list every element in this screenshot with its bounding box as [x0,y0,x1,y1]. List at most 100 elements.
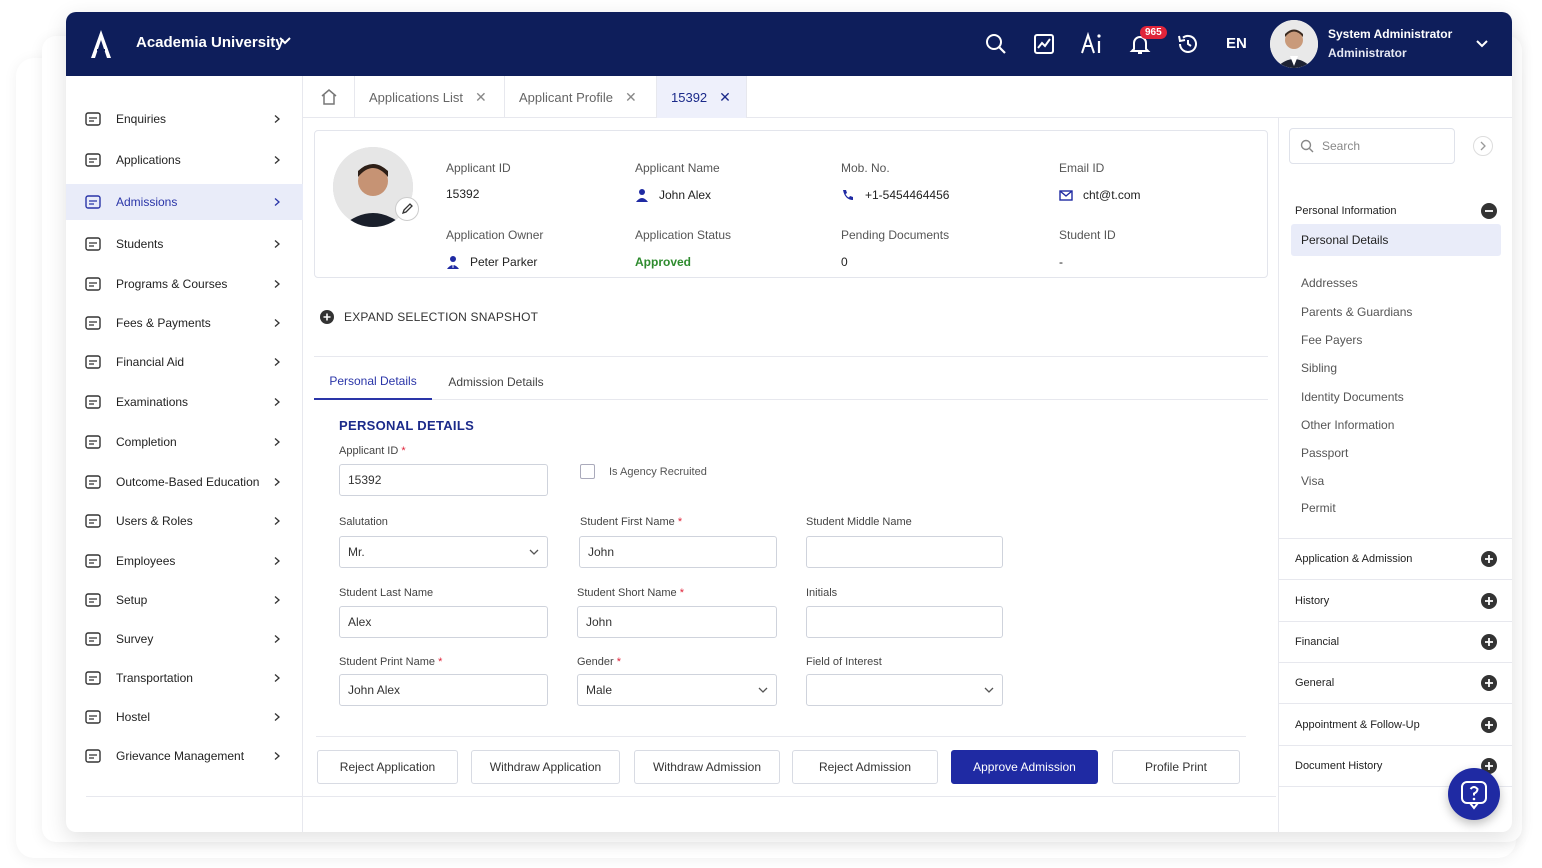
student-id-label: Student ID [1059,228,1116,242]
sidebar-item-grievance-management[interactable]: Grievance Management [66,738,303,774]
field-of-interest-label: Field of Interest [806,656,882,668]
sidebar-item-transportation[interactable]: Transportation [66,660,303,696]
panel-link-passport[interactable]: Passport [1291,440,1501,466]
accordion-general[interactable]: General [1279,662,1512,704]
profile-print-button[interactable]: Profile Print [1112,750,1240,784]
reject-admission-button[interactable]: Reject Admission [792,750,938,784]
tab-admission-details[interactable]: Admission Details [434,364,558,400]
org-name[interactable]: Academia University [136,34,284,51]
flag-icon [85,435,101,449]
sidebar-item-financial-aid[interactable]: Financial Aid [66,344,303,380]
graduation-cap-icon [85,195,101,209]
chevron-right-icon [274,398,280,406]
agency-recruited-checkbox[interactable] [580,464,595,479]
approve-admission-button[interactable]: Approve Admission [951,750,1098,784]
edit-photo-button[interactable] [395,197,419,221]
tab-personal-details[interactable]: Personal Details [314,364,432,400]
sidebar-item-setup[interactable]: Setup [66,582,303,618]
last-name-field[interactable]: Alex [339,606,548,638]
tab-15392[interactable]: 15392 ✕ [657,76,747,118]
phone-icon [843,190,853,200]
close-icon[interactable]: ✕ [475,89,487,106]
panel-link-parents-guardians[interactable]: Parents & Guardians [1291,299,1501,325]
accordion-history[interactable]: History [1279,580,1512,622]
reject-application-button[interactable]: Reject Application [317,750,458,784]
sidebar-item-examinations[interactable]: Examinations [66,384,303,420]
hand-coins-icon [85,355,101,369]
search-icon[interactable] [984,32,1008,56]
panel-link-identity-documents[interactable]: Identity Documents [1291,384,1501,410]
sidebar-item-hostel[interactable]: Hostel [66,699,303,735]
accordion-appointment-follow-up[interactable]: Appointment & Follow-Up [1279,704,1512,746]
plus-circle-icon [1481,634,1497,650]
sidebar-item-survey[interactable]: Survey [66,621,303,657]
chevron-right-icon [274,115,280,123]
report-icon[interactable] [1032,32,1056,56]
applicant-name-value: John Alex [635,188,711,202]
gear-icon [85,593,101,607]
sidebar-item-label: Fees & Payments [116,316,211,330]
middle-name-field[interactable] [806,536,1003,568]
panel-link-personal-details[interactable]: Personal Details [1291,224,1501,256]
first-name-label: Student First Name * [580,516,683,528]
user-icon [636,189,648,202]
sidebar-item-label: Transportation [116,671,193,685]
sidebar-item-programs-courses[interactable]: Programs & Courses [66,266,303,302]
sidebar-item-label: Students [116,237,164,251]
home-icon [321,89,336,105]
salutation-select[interactable]: Mr. [339,536,548,568]
sidebar-item-outcome-based-education[interactable]: Outcome-Based Education [66,464,303,500]
collapse-panel-button[interactable] [1473,136,1493,156]
chevron-down-icon[interactable] [1474,36,1490,52]
middle-name-label: Student Middle Name [806,516,912,528]
chevron-right-icon [274,358,280,366]
help-button[interactable] [1448,768,1500,820]
close-icon[interactable]: ✕ [625,89,637,106]
books-icon [85,277,101,291]
sidebar-item-admissions[interactable]: Admissions [66,184,303,220]
history-icon[interactable] [1176,32,1200,56]
chevron-right-icon [274,557,280,565]
chevron-down-icon[interactable] [278,34,292,48]
sidebar-item-applications[interactable]: Applications [66,142,303,178]
print-name-field[interactable]: John Alex [339,674,548,706]
panel-link-other-information[interactable]: Other Information [1291,412,1501,438]
divider [316,736,1246,737]
language-selector[interactable]: EN [1226,35,1247,52]
sidebar-item-enquiries[interactable]: Enquiries [66,101,303,137]
withdraw-application-button[interactable]: Withdraw Application [471,750,620,784]
bus-icon [85,671,101,685]
tab-applications-list[interactable]: Applications List ✕ [355,76,505,118]
search-input[interactable]: Search [1289,128,1455,164]
panel-link-sibling[interactable]: Sibling [1291,355,1501,381]
chevron-right-icon [274,438,280,446]
tab-home[interactable] [303,76,355,118]
sidebar-item-completion[interactable]: Completion [66,424,303,460]
sidebar-item-students[interactable]: Students [66,226,303,262]
close-icon[interactable]: ✕ [719,89,731,106]
chevron-right-icon [274,240,280,248]
initials-field[interactable] [806,606,1003,638]
expand-snapshot-button[interactable]: EXPAND SELECTION SNAPSHOT [320,310,538,324]
withdraw-admission-button[interactable]: Withdraw Admission [634,750,780,784]
sidebar-item-employees[interactable]: Employees [66,543,303,579]
panel-link-addresses[interactable]: Addresses [1291,270,1501,296]
tab-applicant-profile[interactable]: Applicant Profile ✕ [505,76,657,118]
tab-bar: Applications List ✕ Applicant Profile ✕ 15… [303,76,1512,118]
field-of-interest-select[interactable] [806,674,1003,706]
sidebar-item-users-roles[interactable]: Users & Roles [66,503,303,539]
panel-link-fee-payers[interactable]: Fee Payers [1291,327,1501,353]
first-name-field[interactable]: John [579,536,777,568]
bed-icon [85,710,101,724]
sidebar-item-fees-payments[interactable]: Fees & Payments [66,305,303,341]
panel-link-permit[interactable]: Permit [1291,495,1501,521]
panel-link-visa[interactable]: Visa [1291,468,1501,494]
ai-icon[interactable] [1080,32,1106,56]
accordion-financial[interactable]: Financial [1279,621,1512,663]
short-name-field[interactable]: John [577,606,777,638]
accordion-application-admission[interactable]: Application & Admission [1279,538,1512,580]
gender-select[interactable]: Male [577,674,777,706]
applicant-id-field[interactable]: 15392 [339,464,548,496]
avatar[interactable] [1270,20,1318,68]
chevron-down-icon [984,687,994,693]
